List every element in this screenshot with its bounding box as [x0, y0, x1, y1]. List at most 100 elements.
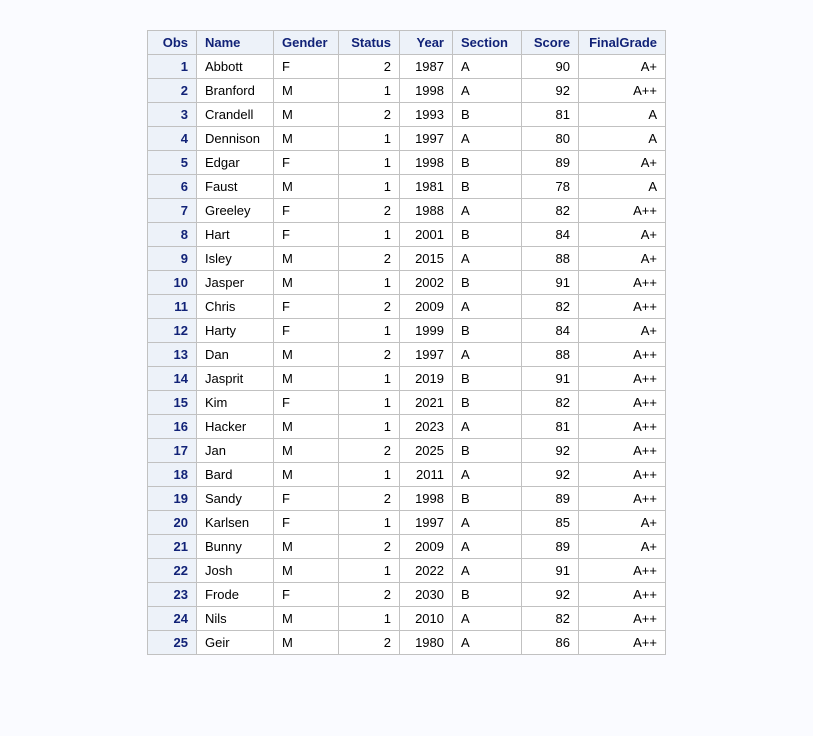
cell-gender: M: [274, 631, 339, 655]
cell-year: 2009: [400, 295, 453, 319]
cell-score: 82: [522, 391, 579, 415]
cell-score: 89: [522, 151, 579, 175]
cell-name: Greeley: [197, 199, 274, 223]
cell-finalgrade: A: [579, 127, 666, 151]
cell-section: B: [453, 175, 522, 199]
cell-finalgrade: A+: [579, 511, 666, 535]
cell-finalgrade: A++: [579, 607, 666, 631]
cell-status: 1: [339, 79, 400, 103]
cell-section: A: [453, 79, 522, 103]
table-row: 25GeirM21980A86A++: [148, 631, 666, 655]
cell-year: 2022: [400, 559, 453, 583]
cell-section: A: [453, 199, 522, 223]
cell-name: Dan: [197, 343, 274, 367]
cell-obs: 6: [148, 175, 197, 199]
data-table: Obs Name Gender Status Year Section Scor…: [147, 30, 666, 655]
cell-status: 1: [339, 511, 400, 535]
cell-year: 2009: [400, 535, 453, 559]
cell-status: 2: [339, 583, 400, 607]
cell-score: 82: [522, 607, 579, 631]
cell-status: 1: [339, 367, 400, 391]
cell-finalgrade: A+: [579, 247, 666, 271]
cell-name: Jan: [197, 439, 274, 463]
col-header-score: Score: [522, 31, 579, 55]
cell-year: 1999: [400, 319, 453, 343]
table-row: 12HartyF11999B84A+: [148, 319, 666, 343]
cell-section: B: [453, 271, 522, 295]
cell-name: Harty: [197, 319, 274, 343]
cell-status: 2: [339, 247, 400, 271]
table-row: 8HartF12001B84A+: [148, 223, 666, 247]
cell-score: 80: [522, 127, 579, 151]
cell-status: 1: [339, 559, 400, 583]
cell-finalgrade: A+: [579, 223, 666, 247]
cell-section: B: [453, 103, 522, 127]
cell-year: 1988: [400, 199, 453, 223]
table-row: 7GreeleyF21988A82A++: [148, 199, 666, 223]
table-row: 23FrodeF22030B92A++: [148, 583, 666, 607]
table-row: 11ChrisF22009A82A++: [148, 295, 666, 319]
cell-year: 1998: [400, 79, 453, 103]
cell-finalgrade: A++: [579, 631, 666, 655]
cell-name: Chris: [197, 295, 274, 319]
cell-score: 84: [522, 223, 579, 247]
cell-gender: M: [274, 247, 339, 271]
cell-year: 2011: [400, 463, 453, 487]
cell-name: Karlsen: [197, 511, 274, 535]
cell-year: 1997: [400, 511, 453, 535]
cell-finalgrade: A++: [579, 559, 666, 583]
cell-name: Sandy: [197, 487, 274, 511]
cell-gender: F: [274, 295, 339, 319]
cell-finalgrade: A++: [579, 487, 666, 511]
cell-name: Josh: [197, 559, 274, 583]
cell-obs: 8: [148, 223, 197, 247]
cell-score: 86: [522, 631, 579, 655]
cell-section: A: [453, 247, 522, 271]
cell-score: 88: [522, 247, 579, 271]
cell-year: 2030: [400, 583, 453, 607]
cell-gender: F: [274, 511, 339, 535]
cell-status: 1: [339, 607, 400, 631]
cell-name: Kim: [197, 391, 274, 415]
cell-obs: 2: [148, 79, 197, 103]
cell-gender: M: [274, 415, 339, 439]
cell-score: 89: [522, 535, 579, 559]
cell-section: A: [453, 535, 522, 559]
table-row: 18BardM12011A92A++: [148, 463, 666, 487]
cell-finalgrade: A+: [579, 151, 666, 175]
cell-section: B: [453, 367, 522, 391]
table-row: 24NilsM12010A82A++: [148, 607, 666, 631]
cell-name: Jasprit: [197, 367, 274, 391]
cell-obs: 12: [148, 319, 197, 343]
cell-name: Faust: [197, 175, 274, 199]
cell-finalgrade: A++: [579, 343, 666, 367]
cell-obs: 20: [148, 511, 197, 535]
cell-finalgrade: A+: [579, 55, 666, 79]
cell-year: 1997: [400, 343, 453, 367]
cell-score: 81: [522, 103, 579, 127]
col-header-gender: Gender: [274, 31, 339, 55]
cell-name: Isley: [197, 247, 274, 271]
cell-gender: M: [274, 343, 339, 367]
cell-gender: M: [274, 103, 339, 127]
table-row: 2BranfordM11998A92A++: [148, 79, 666, 103]
table-row: 17JanM22025B92A++: [148, 439, 666, 463]
cell-obs: 17: [148, 439, 197, 463]
cell-section: A: [453, 55, 522, 79]
table-row: 20KarlsenF11997A85A+: [148, 511, 666, 535]
cell-score: 91: [522, 559, 579, 583]
cell-obs: 13: [148, 343, 197, 367]
cell-obs: 21: [148, 535, 197, 559]
cell-year: 1998: [400, 487, 453, 511]
cell-finalgrade: A: [579, 175, 666, 199]
cell-obs: 22: [148, 559, 197, 583]
cell-year: 2010: [400, 607, 453, 631]
cell-gender: F: [274, 151, 339, 175]
cell-year: 1993: [400, 103, 453, 127]
table-row: 21BunnyM22009A89A+: [148, 535, 666, 559]
cell-name: Frode: [197, 583, 274, 607]
cell-gender: M: [274, 271, 339, 295]
cell-score: 78: [522, 175, 579, 199]
cell-section: A: [453, 127, 522, 151]
cell-gender: M: [274, 127, 339, 151]
